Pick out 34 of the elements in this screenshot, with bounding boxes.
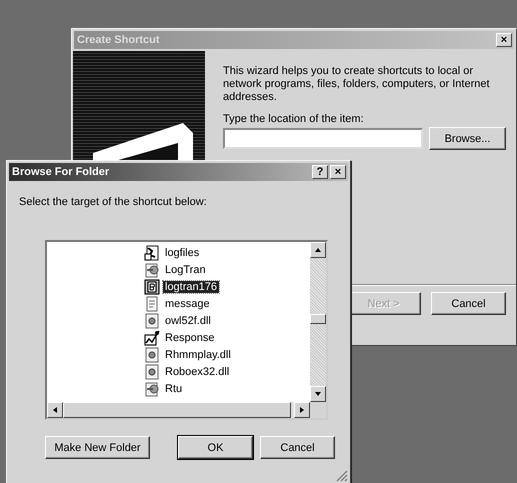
chart-icon xyxy=(144,330,160,346)
location-label: Type the location of the item: xyxy=(223,113,365,125)
scroll-thumb[interactable] xyxy=(310,314,326,324)
library-file-icon xyxy=(144,312,160,328)
shortcut-file-icon xyxy=(144,244,160,260)
cancel-button[interactable]: Cancel xyxy=(260,436,335,459)
intro-text: This wizard helps you to create shortcuts to local or network programs, files, folders, computers, or Internet addresses. xyxy=(223,65,491,104)
tree-item[interactable]: logtran176 xyxy=(163,280,219,292)
browse-button[interactable]: Browse... xyxy=(429,127,506,150)
make-new-folder-button[interactable]: Make New Folder xyxy=(45,436,150,459)
instruction-text: Select the target of the shortcut below: xyxy=(19,196,208,208)
application-icon xyxy=(144,380,160,396)
ok-button[interactable]: OK xyxy=(178,436,253,459)
tree-item[interactable]: message xyxy=(163,298,212,310)
document-icon xyxy=(144,296,160,312)
cancel-button[interactable]: Cancel xyxy=(431,292,506,315)
resize-grip-icon[interactable] xyxy=(336,470,348,482)
location-field[interactable] xyxy=(223,128,423,149)
application-icon xyxy=(144,262,160,278)
close-button[interactable]: × xyxy=(330,165,346,179)
tree-item[interactable]: Response xyxy=(163,332,217,344)
library-file-icon xyxy=(144,346,160,362)
file-icon xyxy=(144,278,160,294)
window-title: Create Shortcut xyxy=(77,34,161,46)
tree-item[interactable]: Roboex32.dll xyxy=(163,366,232,378)
help-button[interactable]: ? xyxy=(312,165,328,179)
tree-item[interactable]: owl52f.dll xyxy=(163,314,213,326)
vertical-scrollbar[interactable] xyxy=(310,242,326,402)
tree-item[interactable]: Rhmmplay.dll xyxy=(163,348,233,360)
tree-item[interactable]: Rtu xyxy=(163,382,184,394)
tree-item[interactable]: logfiles xyxy=(163,246,202,258)
library-file-icon xyxy=(144,364,160,380)
tree-item[interactable]: LogTran xyxy=(163,264,208,276)
dialog-title: Browse For Folder xyxy=(12,166,110,178)
